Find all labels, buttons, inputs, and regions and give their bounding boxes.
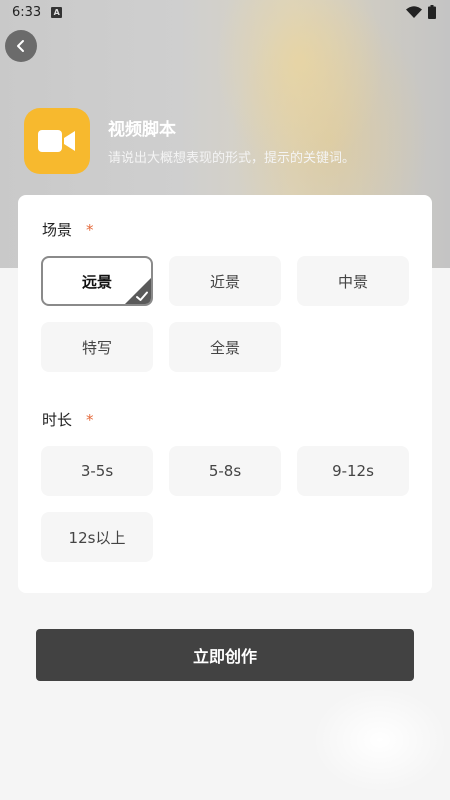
create-now-button[interactable]: 立即创作: [36, 629, 414, 681]
duration-option-9-12s[interactable]: 9-12s: [297, 446, 409, 496]
option-label: 远景: [81, 272, 112, 291]
status-bar: 6:33 A: [0, 0, 450, 24]
duration-required-mark: *: [86, 410, 94, 429]
notification-a-icon: A: [51, 6, 63, 18]
page-subtitle: 请说出大概想表现的形式，提示的关键词。: [108, 151, 356, 166]
scene-option-medium[interactable]: 中景: [297, 256, 409, 306]
option-label: 9-12s: [332, 462, 374, 480]
status-right: [406, 5, 436, 19]
option-label: 全景: [209, 338, 240, 357]
scene-option-closeup[interactable]: 特写: [41, 322, 153, 372]
scene-section-label: 场景 *: [42, 219, 94, 240]
wifi-icon: [406, 6, 422, 18]
option-label: 特写: [81, 338, 112, 357]
duration-label-text: 时长: [42, 411, 73, 429]
background-glow: [290, 660, 450, 800]
scene-label-text: 场景: [42, 221, 73, 239]
status-time: 6:33: [12, 4, 42, 20]
options-card: 场景 * 远景 近景 中景 特写 全景 时长 * 3-5s 5-8s 9-12s…: [18, 195, 432, 593]
duration-option-3-5s[interactable]: 3-5s: [41, 446, 153, 496]
scene-option-full[interactable]: 全景: [169, 322, 281, 372]
battery-icon: [428, 5, 436, 19]
scene-option-near[interactable]: 近景: [169, 256, 281, 306]
chevron-left-icon: [17, 40, 24, 52]
scene-required-mark: *: [86, 220, 94, 239]
duration-option-12s-plus[interactable]: 12s以上: [41, 512, 153, 562]
back-button[interactable]: [5, 30, 37, 62]
checkmark-icon: [125, 278, 151, 304]
option-label: 近景: [209, 272, 240, 291]
scene-option-far[interactable]: 远景: [41, 256, 153, 306]
page-title: 视频脚本: [108, 120, 176, 140]
video-app-icon: [24, 108, 90, 174]
option-label: 中景: [337, 272, 368, 291]
duration-section-label: 时长 *: [42, 409, 94, 430]
duration-option-5-8s[interactable]: 5-8s: [169, 446, 281, 496]
status-left: 6:33 A: [12, 4, 63, 20]
option-label: 3-5s: [80, 462, 114, 480]
option-label: 12s以上: [68, 528, 126, 547]
option-label: 5-8s: [208, 462, 242, 480]
video-camera-icon: [38, 130, 75, 152]
